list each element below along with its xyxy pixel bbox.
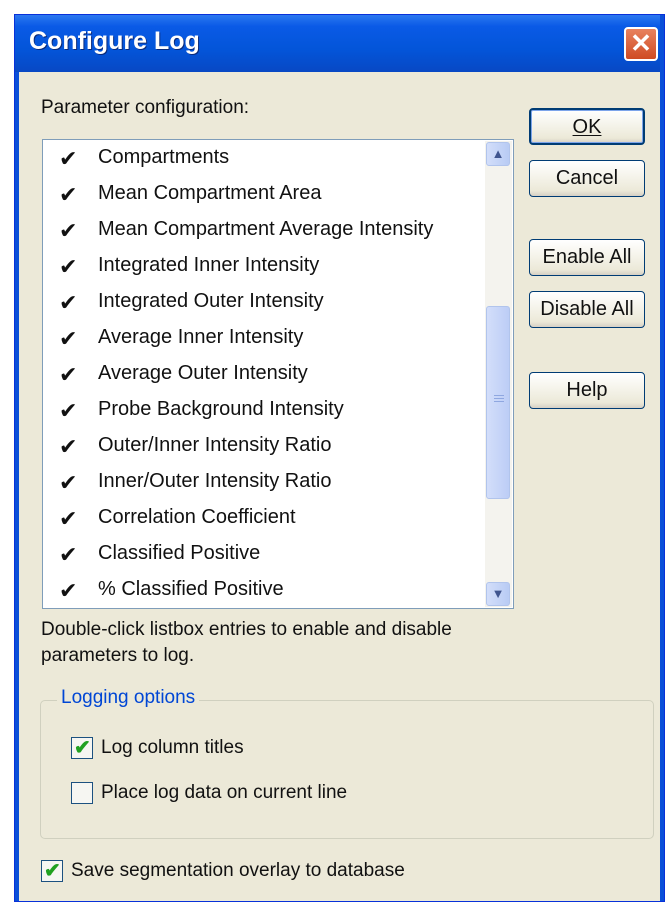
checkmark-icon: ✔ (59, 218, 78, 243)
checkmark-icon: ✔ (59, 290, 78, 315)
list-item-label: Mean Compartment Area (98, 182, 322, 204)
vertical-scrollbar[interactable]: ▲ ▼ (485, 141, 512, 607)
ok-button-label: OK (572, 116, 602, 138)
checkmark-icon: ✔ (59, 578, 78, 603)
scroll-thumb[interactable] (486, 306, 510, 499)
ok-button[interactable]: OK (529, 108, 645, 145)
checkmark-icon: ✔ (59, 146, 78, 171)
configure-log-dialog: Configure Log ✕ Parameter configuration:… (14, 14, 665, 902)
checkmark-icon: ✔ (59, 470, 78, 495)
enable-all-button[interactable]: Enable All (529, 239, 645, 276)
checkmark-icon: ✔ (44, 860, 61, 882)
dialog-body: Parameter configuration: ✔ Compartments ✔ M… (19, 72, 660, 897)
hint-text-line1: Double-click listbox entries to enable a… (41, 619, 452, 640)
list-item-label: Inner/Outer Intensity Ratio (98, 470, 332, 492)
title-bar[interactable]: Configure Log ✕ (15, 15, 664, 72)
list-item-label: Probe Background Intensity (98, 398, 344, 420)
scroll-down-icon: ▼ (491, 586, 505, 601)
help-button-label: Help (566, 379, 608, 401)
checkmark-icon: ✔ (59, 182, 78, 207)
checkmark-icon: ✔ (59, 326, 78, 351)
list-item-label: Average Inner Intensity (98, 326, 304, 348)
checkmark-icon: ✔ (59, 362, 78, 387)
list-item-label: Outer/Inner Intensity Ratio (98, 434, 332, 456)
list-item-label: Correlation Coefficient (98, 506, 296, 528)
list-item-label: Classified Positive (98, 542, 261, 564)
log-column-titles-option[interactable]: ✔ Log column titles (71, 737, 244, 759)
close-icon: ✕ (630, 28, 652, 58)
save-overlay-label: Save segmentation overlay to database (71, 860, 405, 881)
save-overlay-option[interactable]: ✔ Save segmentation overlay to database (41, 860, 405, 882)
place-log-data-label: Place log data on current line (101, 782, 348, 803)
list-item[interactable]: ✔ Integrated Outer Intensity (43, 284, 473, 320)
list-item-label: Integrated Inner Intensity (98, 254, 320, 276)
place-log-data-option[interactable]: Place log data on current line (71, 782, 347, 804)
checkmark-icon: ✔ (59, 542, 78, 567)
list-item[interactable]: ✔ Compartments (43, 140, 473, 176)
list-item-label: % Classified Positive (98, 578, 284, 600)
enable-all-button-label: Enable All (542, 246, 632, 268)
checkmark-icon: ✔ (74, 737, 91, 759)
list-item[interactable]: ✔ Correlation Coefficient (43, 500, 473, 536)
list-item-label: Mean Compartment Average Intensity (98, 218, 434, 240)
list-item[interactable]: ✔ Mean Compartment Area (43, 176, 473, 212)
list-item[interactable]: ✔ Classified Positive (43, 536, 473, 572)
window-title: Configure Log (29, 27, 200, 55)
log-column-titles-label: Log column titles (101, 737, 244, 758)
list-item[interactable]: ✔ Mean Compartment Average Intensity (43, 212, 473, 248)
scroll-grip-icon (494, 395, 504, 403)
close-button[interactable]: ✕ (624, 27, 658, 61)
scroll-down-button[interactable]: ▼ (486, 582, 510, 606)
hint-text-line2: parameters to log. (41, 645, 195, 666)
checkmark-icon: ✔ (59, 254, 78, 279)
list-item[interactable]: ✔ % Classified Positive (43, 572, 473, 608)
checkmark-icon: ✔ (59, 434, 78, 459)
help-button[interactable]: Help (529, 372, 645, 409)
list-item[interactable]: ✔ Integrated Inner Intensity (43, 248, 473, 284)
log-column-titles-checkbox[interactable]: ✔ (71, 737, 93, 759)
parameter-configuration-label: Parameter configuration: (41, 97, 250, 118)
parameter-listbox[interactable]: ✔ Compartments ✔ Mean Compartment Area ✔ Mean… (42, 139, 514, 609)
scroll-up-button[interactable]: ▲ (486, 142, 510, 166)
list-item[interactable]: ✔ Average Inner Intensity (43, 320, 473, 356)
list-item[interactable]: ✔ Inner/Outer Intensity Ratio (43, 464, 473, 500)
list-item-label: Compartments (98, 146, 230, 168)
logging-options-group (40, 700, 654, 839)
disable-all-button[interactable]: Disable All (529, 291, 645, 328)
disable-all-button-label: Disable All (540, 298, 634, 320)
logging-options-title: Logging options (57, 687, 200, 709)
list-item[interactable]: ✔ Probe Background Intensity (43, 392, 473, 428)
cancel-button[interactable]: Cancel (529, 160, 645, 197)
cancel-button-label: Cancel (555, 167, 619, 189)
checkmark-icon: ✔ (59, 398, 78, 423)
list-item[interactable]: ✔ Average Outer Intensity (43, 356, 473, 392)
save-overlay-checkbox[interactable]: ✔ (41, 860, 63, 882)
place-log-data-checkbox[interactable] (71, 782, 93, 804)
scroll-up-icon: ▲ (491, 146, 505, 161)
list-item-label: Integrated Outer Intensity (98, 290, 324, 312)
list-item-label: Average Outer Intensity (98, 362, 308, 384)
checkmark-icon: ✔ (59, 506, 78, 531)
list-item[interactable]: ✔ Outer/Inner Intensity Ratio (43, 428, 473, 464)
